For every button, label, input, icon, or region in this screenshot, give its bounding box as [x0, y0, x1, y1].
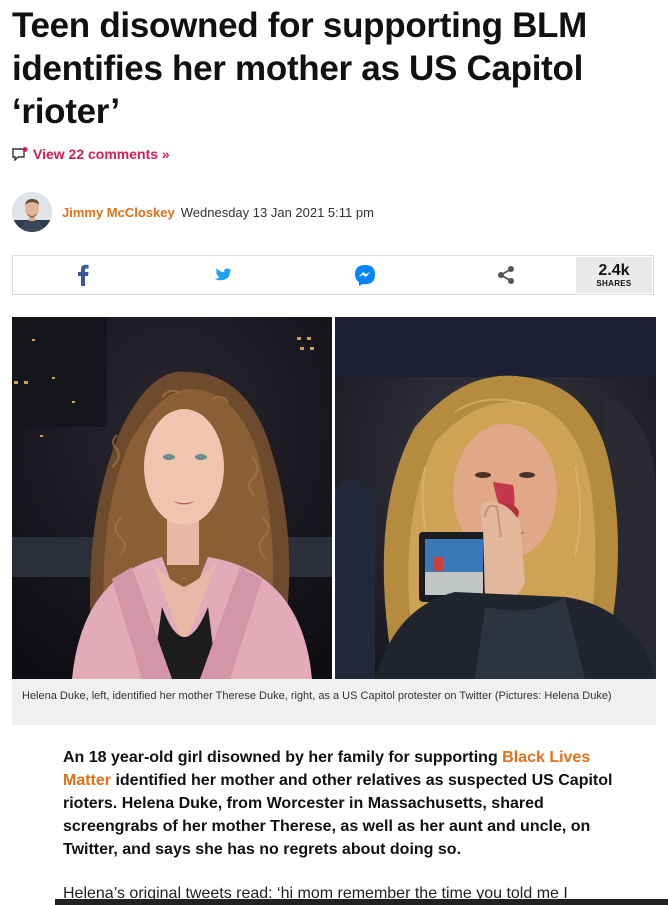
article-image[interactable] — [12, 317, 656, 679]
byline: Jimmy McCloskey Wednesday 13 Jan 2021 5:… — [12, 192, 374, 232]
view-comments-link[interactable]: View 22 comments » — [12, 146, 170, 162]
author-link[interactable]: Jimmy McCloskey — [62, 205, 175, 220]
facebook-share-button[interactable] — [13, 256, 154, 294]
comment-icon — [12, 147, 28, 161]
article-headline: Teen disowned for supporting BLM identif… — [12, 6, 587, 131]
lede-text-1: An 18 year-old girl disowned by her fami… — [63, 749, 503, 766]
share-count-label: SHARES — [596, 278, 632, 288]
image-caption: Helena Duke, left, identified her mother… — [12, 679, 656, 725]
twitter-icon — [214, 268, 232, 281]
author-avatar[interactable] — [12, 192, 52, 232]
share-bar: 2.4k SHARES — [12, 255, 654, 295]
messenger-share-button[interactable] — [295, 256, 436, 294]
bottom-sticky-bar — [0, 899, 668, 905]
twitter-share-button[interactable] — [154, 256, 295, 294]
share-count-value: 2.4k — [598, 261, 630, 279]
photo-therese-duke — [335, 317, 656, 679]
messenger-icon — [354, 265, 375, 286]
facebook-icon — [78, 264, 89, 286]
share-icon — [497, 266, 514, 284]
photo-helena-duke — [12, 317, 332, 679]
share-count: 2.4k SHARES — [576, 257, 652, 293]
article-lede: An 18 year-old girl disowned by her fami… — [63, 746, 623, 861]
view-comments-label: View 22 comments » — [33, 146, 170, 162]
generic-share-button[interactable] — [435, 256, 576, 294]
publish-date: Wednesday 13 Jan 2021 5:11 pm — [180, 204, 374, 220]
lede-text-2: identified her mother and other relative… — [63, 772, 613, 858]
